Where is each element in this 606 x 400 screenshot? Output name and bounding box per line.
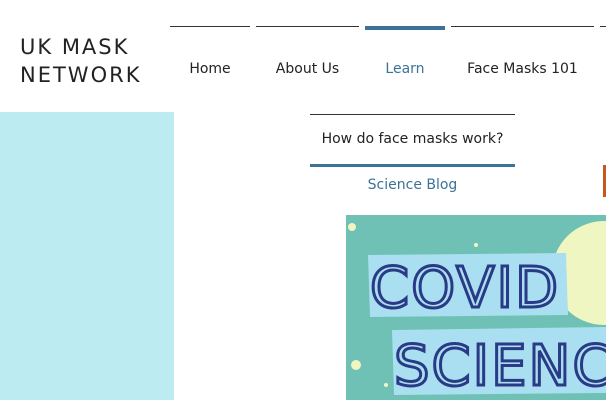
nav-item-face-masks-101[interactable]: Face Masks 101 bbox=[451, 26, 594, 112]
nav-label-about-us: About Us bbox=[275, 61, 340, 77]
hero-text-line-1: COVID bbox=[370, 256, 560, 321]
nav-label-learn: Learn bbox=[385, 61, 425, 77]
nav-item-learn[interactable]: Learn bbox=[365, 26, 445, 112]
dropdown-item-label: How do face masks work? bbox=[321, 131, 504, 147]
dropdown-item-how-masks-work[interactable]: How do face masks work? bbox=[310, 115, 515, 167]
dropdown-item-science-blog[interactable]: Science Blog bbox=[310, 177, 515, 193]
sidebar-panel bbox=[0, 112, 174, 400]
covid-science-hero-image[interactable]: COVID SCIENC bbox=[346, 215, 606, 400]
learn-dropdown-menu: How do face masks work? Science Blog bbox=[310, 114, 515, 193]
nav-item-overflow[interactable] bbox=[600, 26, 606, 112]
logo-line-1: UK MASK bbox=[20, 35, 130, 59]
hero-illustration: COVID SCIENC bbox=[346, 215, 606, 400]
nav-item-home[interactable]: Home bbox=[170, 26, 250, 112]
nav-item-about-us[interactable]: About Us bbox=[256, 26, 359, 112]
logo-line-2: NETWORK bbox=[20, 63, 142, 87]
site-logo[interactable]: UK MASK NETWORK bbox=[20, 33, 141, 89]
nav-label-home: Home bbox=[189, 61, 231, 77]
nav-label-face-masks-101: Face Masks 101 bbox=[467, 61, 578, 77]
hero-text-line-2: SCIENC bbox=[394, 334, 606, 399]
